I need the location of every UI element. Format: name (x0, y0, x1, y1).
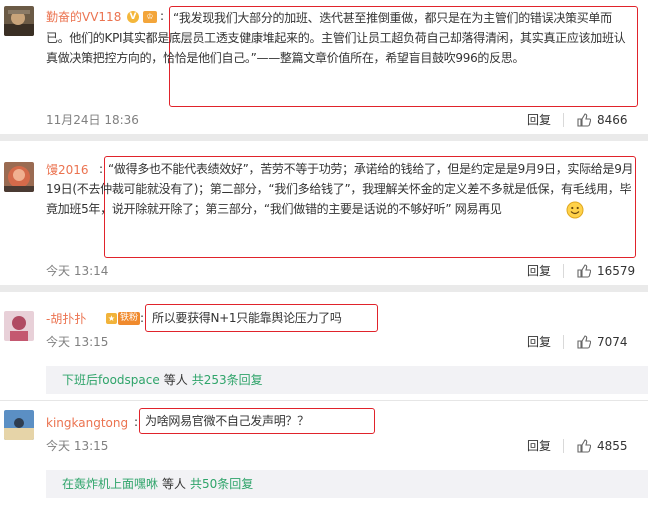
thumbs-up-icon[interactable] (577, 438, 592, 457)
comment-text: “做得多也不能代表绩效好”，苦劳不等于功劳；承诺给的钱给了，但是约定是是9月9日… (46, 159, 634, 219)
avatar[interactable] (4, 6, 34, 36)
reply-button[interactable]: 回复 (527, 335, 551, 349)
avatar[interactable] (4, 410, 34, 440)
smile-emoji-icon (504, 201, 584, 219)
like-count: 8466 (597, 113, 628, 127)
member-icon: ★ (106, 313, 117, 324)
like-count: 16579 (597, 264, 636, 278)
replies-user-link[interactable]: 下班后foodspace (62, 373, 160, 387)
reply-button[interactable]: 回复 (527, 439, 551, 453)
comment-time: 今天 13:14 (46, 264, 109, 278)
comment-time: 今天 13:15 (46, 439, 109, 453)
thumbs-up-icon[interactable] (577, 263, 592, 282)
reply-button[interactable]: 回复 (527, 113, 551, 127)
like-count: 7074 (597, 335, 628, 349)
fan-badge: 铁粉 (118, 312, 141, 325)
comment-text: 为啥网易官微不自己发声明？？ (145, 414, 309, 428)
comment-text: 所以要获得N+1只能靠舆论压力了吗 (152, 311, 342, 325)
replies-count-link[interactable]: 共50条回复 (190, 477, 253, 491)
comment-username[interactable]: kingkangtong (46, 416, 128, 430)
replies-user-link[interactable]: 在轰炸机上面嘿咻 (62, 477, 158, 491)
comment-username[interactable]: -胡扑扑 (46, 312, 86, 326)
like-count: 4855 (597, 439, 628, 453)
replies-count-link[interactable]: 共253条回复 (192, 373, 263, 387)
thumbs-up-icon[interactable] (577, 112, 592, 131)
reply-button[interactable]: 回复 (527, 264, 551, 278)
avatar[interactable] (4, 162, 34, 192)
avatar[interactable] (4, 311, 34, 341)
comment-time: 今天 13:15 (46, 335, 109, 349)
comment-time: 11月24日 18:36 (46, 113, 139, 127)
thumbs-up-icon[interactable] (577, 334, 592, 353)
comment-text: “我发现我们大部分的加班、迭代甚至推倒重做，都只是在为主管们的错误决策买单而已。… (46, 11, 626, 65)
